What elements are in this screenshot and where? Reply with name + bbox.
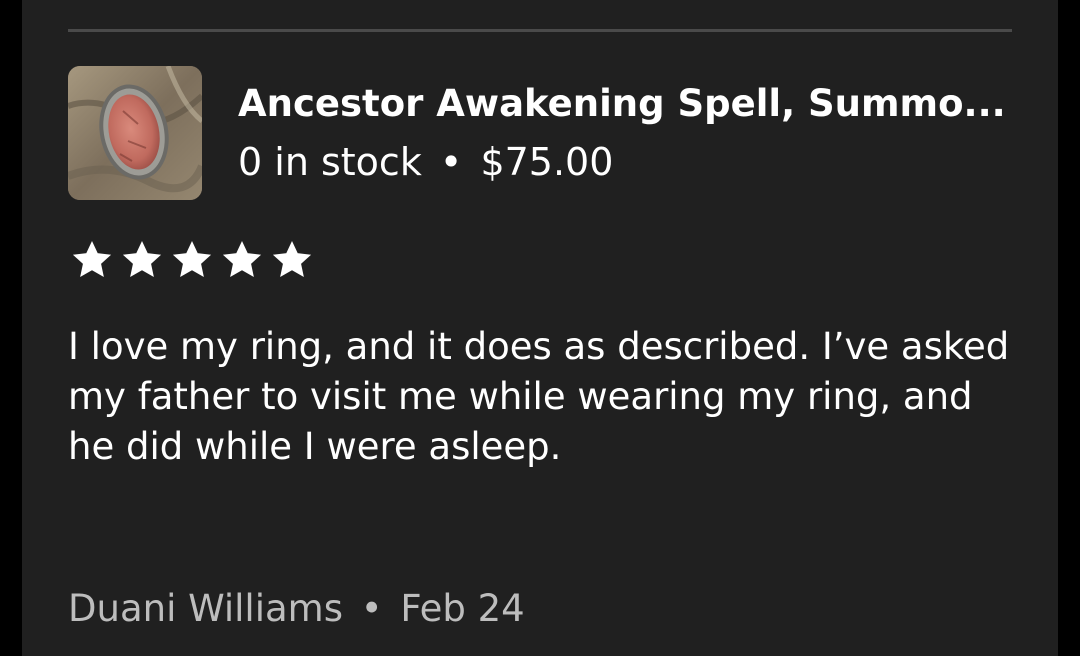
- star-icon: [272, 241, 312, 277]
- separator-dot: •: [439, 140, 463, 184]
- review-byline: Duani Williams • Feb 24: [68, 585, 525, 633]
- listing-thumbnail[interactable]: [68, 66, 202, 200]
- star-icon: [172, 241, 212, 277]
- reviewer-name[interactable]: Duani Williams: [68, 587, 343, 630]
- price: $75.00: [480, 140, 614, 184]
- listing-title[interactable]: Ancestor Awakening Spell, Summo...: [238, 80, 1018, 128]
- separator-dot: •: [360, 587, 383, 630]
- stock-price-line: 0 in stock • $75.00: [238, 138, 613, 186]
- star-rating: [72, 240, 312, 282]
- stock-status: 0 in stock: [238, 140, 422, 184]
- star-icon: [72, 241, 112, 277]
- review-date: Feb 24: [400, 587, 525, 630]
- ring-photo-icon: [68, 66, 202, 200]
- divider: [68, 29, 1012, 32]
- review-card: Ancestor Awakening Spell, Summo... 0 in …: [22, 0, 1058, 656]
- star-icon: [122, 241, 162, 277]
- star-icon: [222, 241, 262, 277]
- review-text: I love my ring, and it does as described…: [68, 325, 1010, 468]
